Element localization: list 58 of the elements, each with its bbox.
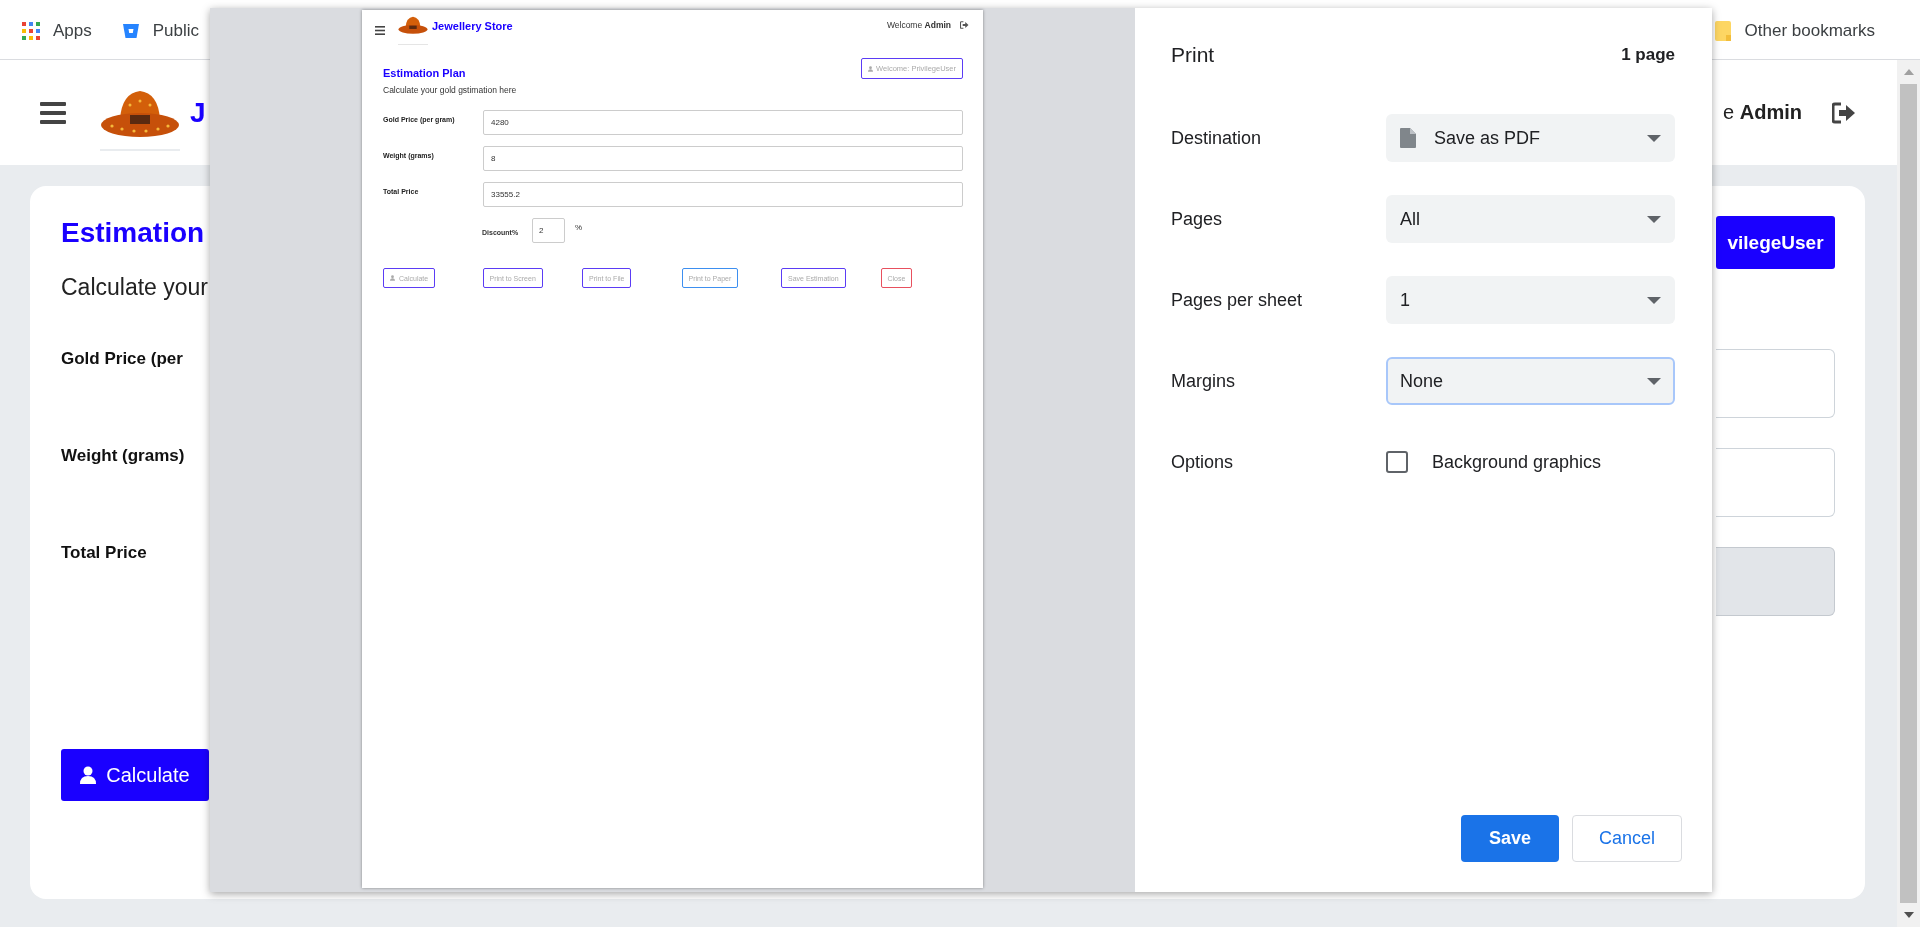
field-label: Weight (grams)	[61, 445, 185, 467]
scrollbar[interactable]	[1897, 60, 1920, 927]
percent-sign: %	[575, 223, 583, 232]
scroll-thumb[interactable]	[1900, 84, 1917, 903]
checkbox-option[interactable]: Background graphics	[1386, 451, 1602, 473]
user-icon	[390, 275, 395, 281]
input-field[interactable]	[1716, 448, 1835, 517]
user-icon	[868, 65, 874, 72]
bookmark-item[interactable]: Public	[121, 20, 200, 41]
dialog-title: Print	[1171, 43, 1215, 67]
field-label: Total Price	[61, 542, 147, 564]
user-icon	[80, 766, 97, 784]
page-subtitle: Calculate your gold gstimation here	[383, 85, 517, 95]
caret-icon	[1647, 377, 1661, 385]
apps-grid-icon	[22, 20, 40, 41]
input-field: 33555.2	[483, 182, 963, 207]
scroll-down-icon[interactable]	[1903, 912, 1914, 918]
setting-label: Margins	[1171, 370, 1237, 392]
welcome-text: Welcome Admin	[886, 20, 951, 30]
logo-icon	[398, 16, 428, 45]
brand-name: Jewellery Store	[432, 19, 513, 32]
input-field: 4280	[483, 110, 963, 135]
folder-icon	[1713, 20, 1732, 41]
setting-label: Pages	[1171, 208, 1224, 230]
select-dropdown[interactable]: None	[1386, 357, 1675, 405]
save-button[interactable]: Save	[1461, 815, 1559, 862]
page-subtitle: Calculate your	[61, 273, 209, 302]
calculate-button[interactable]: Calculate	[61, 749, 209, 801]
logout-icon	[960, 21, 969, 29]
caret-icon	[1647, 215, 1661, 223]
page-title: Estimation Plan	[383, 66, 467, 80]
setting-label: Options	[1171, 451, 1235, 473]
input-field[interactable]	[1716, 547, 1835, 616]
field-label: Gold Price (per	[61, 348, 183, 370]
menu-icon	[375, 26, 385, 35]
select-dropdown[interactable]: 1	[1386, 276, 1675, 324]
bookmark-folder[interactable]: Other bookmarks	[1713, 20, 1875, 41]
input-field: 8	[483, 146, 963, 171]
setting-label: Pages per sheet	[1171, 289, 1304, 311]
caret-icon	[1647, 134, 1661, 142]
discount-field: 2	[532, 218, 565, 243]
input-field[interactable]	[1716, 349, 1835, 418]
select-dropdown[interactable]: Save as PDF	[1386, 114, 1675, 162]
page-count: 1 page	[1621, 45, 1675, 65]
scroll-up-icon[interactable]	[1903, 69, 1914, 75]
checkbox[interactable]	[1386, 451, 1408, 473]
logout-icon[interactable]	[1832, 101, 1856, 124]
welcome-text: e Admin	[1723, 101, 1802, 124]
cancel-button[interactable]: Cancel	[1572, 815, 1682, 862]
user-button[interactable]: vilegeUser	[1716, 216, 1835, 269]
menu-icon[interactable]	[40, 101, 66, 124]
file-icon	[1400, 128, 1416, 148]
select-dropdown[interactable]: All	[1386, 195, 1675, 243]
bookmark-item[interactable]: Apps	[22, 20, 92, 41]
brand-name: J	[190, 96, 206, 129]
setting-label: Destination	[1171, 127, 1263, 149]
caret-icon	[1647, 296, 1661, 304]
page-title: Estimation	[61, 216, 205, 250]
